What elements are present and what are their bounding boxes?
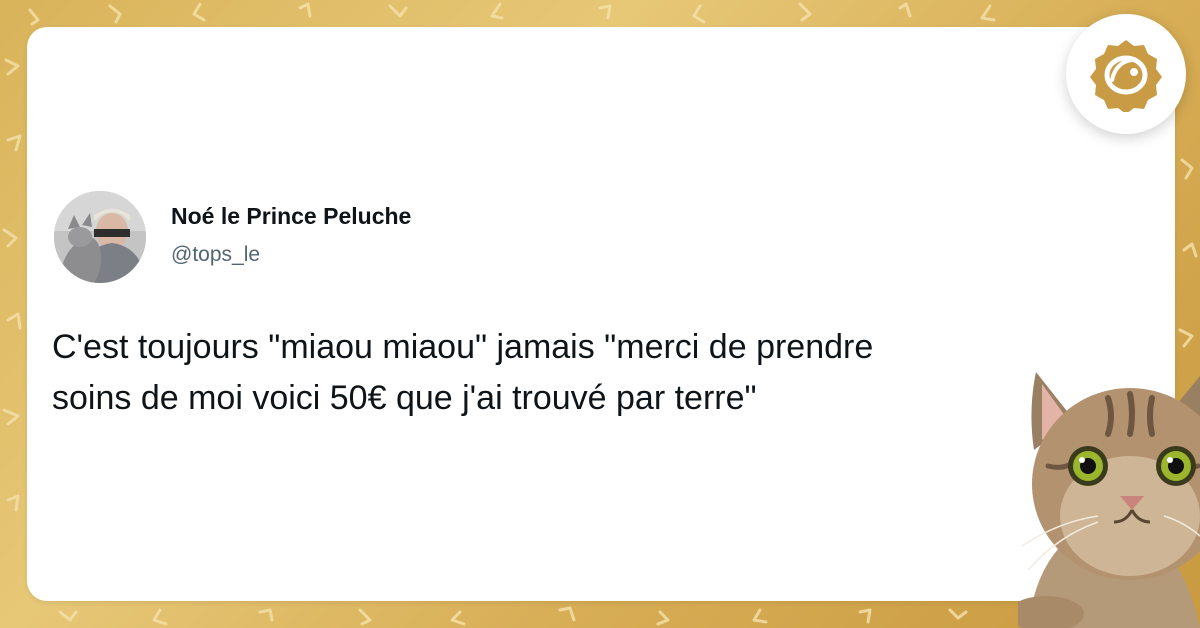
brand-badge[interactable] (1066, 14, 1186, 134)
tweet-text-line: C'est toujours "miaou miaou" jamais "mer… (52, 328, 874, 366)
avatar[interactable] (54, 191, 146, 283)
author-name[interactable]: Noé le Prince Peluche (171, 203, 411, 230)
tweet-card (27, 27, 1175, 601)
brand-logo-icon (1090, 40, 1162, 112)
tweet-text-line: soins de moi voici 50€ que j'ai trouvé p… (52, 379, 757, 417)
cat-icon (1018, 372, 1200, 628)
author-handle[interactable]: @tops_le (171, 243, 260, 267)
tweet-text: C'est toujours "miaou miaou" jamais "mer… (52, 322, 1162, 424)
avatar-image (54, 191, 146, 283)
